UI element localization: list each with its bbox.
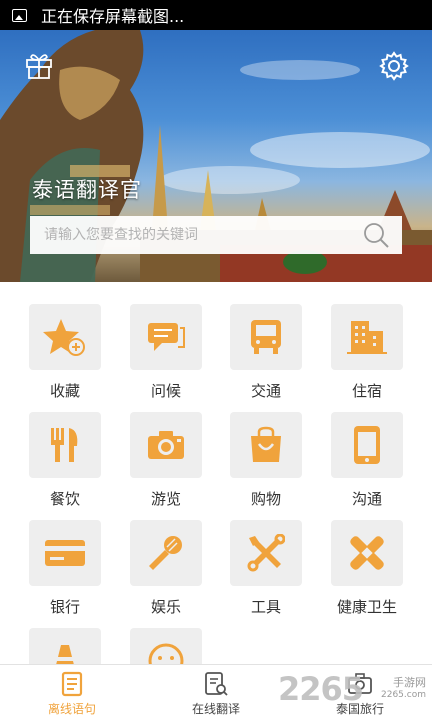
category-greetings[interactable]: 问候 [120,304,212,401]
category-label: 餐饮 [49,490,80,508]
fork-knife-icon [51,428,78,462]
search-input[interactable] [44,227,354,243]
category-transport[interactable]: 交通 [220,304,312,401]
category-label: 游览 [150,490,181,508]
watermark-name: 手游网 [393,676,426,689]
category-label: 工具 [250,598,281,616]
nav-offline-phrases[interactable]: 离线语句 [0,665,144,720]
gift-icon [26,54,52,79]
phone-icon [354,426,380,464]
category-sightseeing[interactable]: 游览 [120,412,212,509]
category-label: 收藏 [49,382,80,400]
category-label: 问候 [150,382,181,400]
search-bar[interactable] [30,216,402,254]
app-title: 泰语翻译官 [32,178,142,202]
nav-label: 在线翻译 [191,702,240,716]
category-label: 交通 [250,382,281,400]
offline-phrases-icon [61,671,83,697]
category-bank[interactable]: 银行 [19,520,111,617]
screenshot-icon [12,8,27,22]
category-tile[interactable] [331,304,403,370]
star-plus-icon [43,319,85,356]
microphone-icon [149,536,182,570]
shopping-bag-icon [251,426,281,462]
bus-icon [251,320,281,354]
category-favorites[interactable]: 收藏 [19,304,111,401]
category-dining[interactable]: 餐饮 [19,412,111,509]
search-icon[interactable] [362,221,390,249]
category-entertainment[interactable]: 娱乐 [120,520,212,617]
category-label: 住宿 [351,382,382,400]
status-text: 正在保存屏幕截图... [41,7,185,26]
watermark-number: 2265 [278,670,364,708]
site-watermark: 2265 手游网 2265.com [278,668,428,716]
category-tile[interactable] [29,304,101,370]
category-tile[interactable] [230,412,302,478]
gear-icon [379,51,409,81]
category-tile[interactable] [230,520,302,586]
category-label: 沟通 [351,490,382,508]
category-accommodation[interactable]: 住宿 [321,304,413,401]
nav-label: 离线语句 [47,702,96,716]
settings-button[interactable] [378,50,410,82]
category-tile[interactable] [331,520,403,586]
category-label: 银行 [49,598,80,616]
category-label: 购物 [250,490,281,508]
gift-button[interactable] [24,50,54,80]
building-icon [347,321,387,354]
status-bar: 正在保存屏幕截图... [0,0,432,30]
category-tile[interactable] [130,304,202,370]
category-communication[interactable]: 沟通 [321,412,413,509]
category-shopping[interactable]: 购物 [220,412,312,509]
category-tile[interactable] [29,412,101,478]
category-label: 健康卫生 [336,598,397,616]
header-banner: 泰语翻译官 [0,30,432,282]
category-tile[interactable] [130,520,202,586]
category-tile[interactable] [331,412,403,478]
watermark-url: 2265.com [381,690,426,700]
category-tile[interactable] [130,412,202,478]
chat-bubbles-icon [148,323,185,351]
bank-card-icon [45,540,85,566]
category-tile[interactable] [230,304,302,370]
nav-online-translate[interactable]: 在线翻译 [144,665,288,720]
camera-icon [148,431,184,459]
bandage-icon [350,536,384,570]
category-health[interactable]: 健康卫生 [321,520,413,617]
online-translate-icon [205,672,228,696]
category-tile[interactable] [29,520,101,586]
category-label: 娱乐 [150,598,181,616]
category-tools[interactable]: 工具 [220,520,312,617]
tools-icon [247,534,285,572]
